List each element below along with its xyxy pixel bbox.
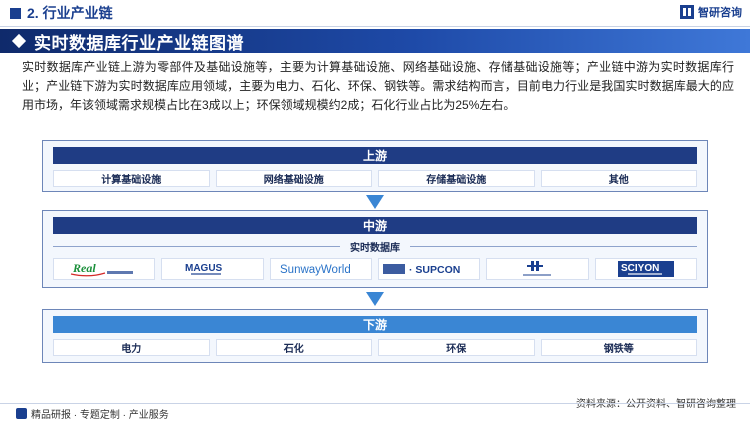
company-logo-sunwayworld: SunwayWorld: [269, 258, 372, 280]
title-bar: 实时数据库行业产业链图谱: [0, 29, 750, 53]
brand-mark-icon: [680, 5, 694, 19]
sunwayworld-logo-icon: SunwayWorld: [280, 264, 351, 276]
divider: [0, 26, 750, 27]
brand-name: 智研咨询: [698, 7, 742, 19]
downstream-item: 钢铁等: [540, 339, 697, 356]
downstream-header: 下游: [53, 316, 697, 333]
company-logo-magus: MAGUS: [161, 258, 264, 280]
downstream-item: 环保: [378, 339, 535, 356]
svg-text:MAGUS: MAGUS: [185, 263, 223, 274]
downstream-item: 电力: [53, 339, 210, 356]
diamond-icon: [11, 33, 27, 49]
divider: [410, 245, 697, 247]
brand-mark-icon: [16, 408, 27, 419]
magus-logo-icon: MAGUS: [185, 263, 223, 275]
intro-paragraph: 实时数据库产业链上游为零部件及基础设施等，主要为计算基础设施、网络基础设施、存储…: [22, 60, 734, 112]
down-arrow-icon: [366, 195, 384, 209]
square-bullet-icon: [10, 7, 21, 19]
downstream-item: 石化: [215, 339, 372, 356]
divider: [0, 403, 750, 404]
brand-logo: 智研咨询: [680, 4, 742, 20]
upstream-item: 存储基础设施: [378, 170, 535, 187]
midstream-sub-row: 实时数据库: [53, 239, 697, 254]
sciyon-logo-icon: SCIYON: [617, 261, 674, 277]
company-logo-supcon: · SUPCON: [377, 258, 481, 280]
svg-text:SunwayWorld: SunwayWorld: [280, 264, 351, 276]
upstream-header: 上游: [53, 147, 697, 164]
upstream-item: 计算基础设施: [53, 170, 210, 187]
upstream-item: 网络基础设施: [215, 170, 372, 187]
real-logo-icon: Real: [71, 261, 134, 277]
footer-slogan: 精品研报 · 专题定制 · 产业服务: [16, 406, 169, 421]
company-logo-csg: [486, 258, 589, 280]
page-title: 实时数据库行业产业链图谱: [34, 33, 244, 53]
company-logo-real: Real: [53, 258, 156, 280]
top-bar: 2. 行业产业链 智研咨询: [0, 0, 750, 26]
footer-slogan-text: 精品研报 · 专题定制 · 产业服务: [31, 410, 169, 421]
svg-text:· SUPCON: · SUPCON: [409, 264, 460, 276]
company-logo-sciyon: SCIYON: [594, 258, 697, 280]
svg-text:Real: Real: [72, 261, 96, 275]
section-label: 2. 行业产业链: [10, 3, 113, 23]
svg-text:SCIYON: SCIYON: [621, 263, 659, 274]
midstream-tier: 中游 实时数据库 Real MAGUS SunwayWorld · SUPCON…: [42, 210, 708, 288]
supcon-logo-icon: · SUPCON: [383, 264, 460, 276]
midstream-sub-label: 实时数据库: [350, 242, 400, 254]
down-arrow-icon: [366, 292, 384, 306]
midstream-header: 中游: [53, 217, 697, 234]
upstream-item: 其他: [540, 170, 697, 187]
csg-logo-icon: [523, 261, 552, 276]
downstream-tier: 下游 电力 石化 环保 钢铁等: [42, 309, 708, 363]
divider: [53, 245, 340, 247]
upstream-tier: 上游 计算基础设施 网络基础设施 存储基础设施 其他: [42, 140, 708, 192]
section-title: 2. 行业产业链: [27, 5, 113, 21]
